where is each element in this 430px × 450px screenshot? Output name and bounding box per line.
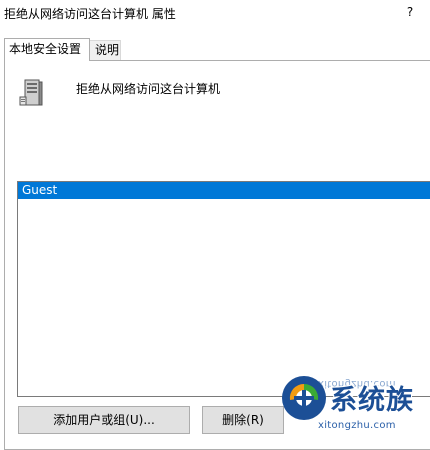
account-label: Guest: [22, 183, 58, 197]
accounts-listbox[interactable]: Guest: [17, 181, 430, 397]
watermark-logo-icon: [282, 376, 326, 420]
watermark: xitongzhu.com 系统族 xitongzhu.com: [278, 368, 430, 438]
tab-label: 本地安全设置: [9, 42, 82, 56]
policy-name: 拒绝从网络访问这台计算机: [76, 82, 221, 96]
window-title: 拒绝从网络访问这台计算机 属性: [4, 7, 176, 21]
server-computer-icon: [18, 78, 48, 108]
properties-dialog: 拒绝从网络访问这台计算机 属性 ? 本地安全设置 说明 拒绝从网络访问这台计算机…: [0, 0, 430, 450]
list-item[interactable]: Guest: [18, 182, 430, 199]
help-button[interactable]: ?: [402, 3, 418, 21]
title-bar: 拒绝从网络访问这台计算机 属性 ?: [0, 0, 430, 26]
tab-explain[interactable]: 说明: [89, 40, 121, 60]
add-user-or-group-button[interactable]: 添加用户或组(U)...: [18, 406, 190, 434]
watermark-url: xitongzhu.com: [318, 420, 396, 431]
tab-label: 说明: [95, 43, 120, 57]
tab-local-security-setting[interactable]: 本地安全设置: [4, 38, 90, 61]
watermark-brand: 系统族: [330, 385, 414, 416]
remove-button[interactable]: 删除(R): [202, 406, 284, 434]
